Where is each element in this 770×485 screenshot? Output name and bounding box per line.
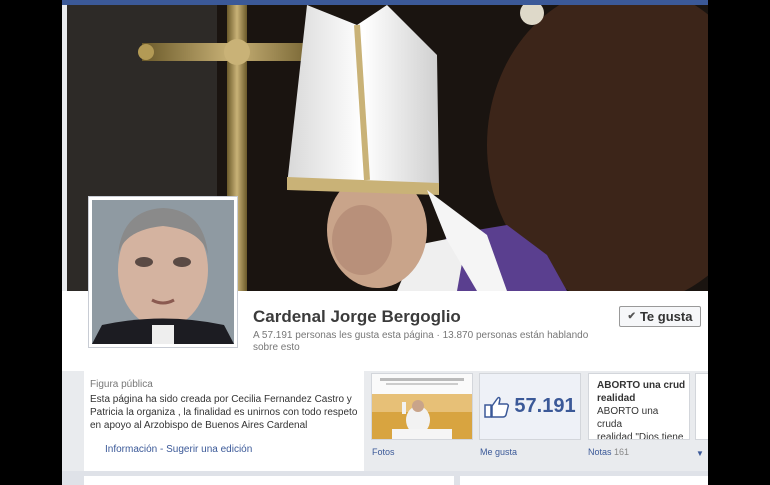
thumbs-up-icon xyxy=(484,396,510,418)
note-preview-line: ABORTO una cruda xyxy=(597,406,659,430)
facebook-page: Cardenal Jorge Bergoglio A 57.191 person… xyxy=(62,0,708,485)
timeline-strip xyxy=(62,471,708,485)
note-title: ABORTO una crud realidad xyxy=(597,380,686,404)
likes-tile[interactable]: 57.191 xyxy=(479,373,581,440)
photos-label[interactable]: Fotos xyxy=(372,447,395,457)
notes-label-text: Notas xyxy=(588,447,612,457)
page-stats: A 57.191 personas les gusta esta página … xyxy=(253,330,589,353)
profile-picture[interactable] xyxy=(88,196,238,348)
like-button[interactable]: ✔ Te gusta xyxy=(619,306,701,327)
photos-tile[interactable] xyxy=(371,373,473,440)
timeline-column xyxy=(84,476,454,485)
page-category: Figura pública xyxy=(90,379,153,390)
timeline-column xyxy=(460,476,708,485)
likes-label[interactable]: Me gusta xyxy=(480,447,517,457)
likes-count: 57.191 xyxy=(514,395,576,417)
chevron-down-icon[interactable]: ▼ xyxy=(696,449,704,458)
about-links-text[interactable]: Información - Sugerir una edición xyxy=(105,444,252,455)
like-button-label: Te gusta xyxy=(639,309,693,324)
page-description: Esta página ha sido creada por Cecilia F… xyxy=(90,394,358,431)
page-title[interactable]: Cardenal Jorge Bergoglio xyxy=(253,307,461,327)
notes-label[interactable]: Notas 161 xyxy=(588,447,629,457)
about-links[interactable]: Información - Sugerir una edición xyxy=(84,440,364,470)
notes-tile[interactable]: ABORTO una crud realidad ABORTO una crud… xyxy=(588,373,690,440)
notes-count: 161 xyxy=(614,447,630,457)
more-apps-tile[interactable] xyxy=(695,373,708,440)
check-icon: ✔ xyxy=(627,311,636,322)
note-preview-line: realidad "Dios tiene xyxy=(597,432,684,440)
